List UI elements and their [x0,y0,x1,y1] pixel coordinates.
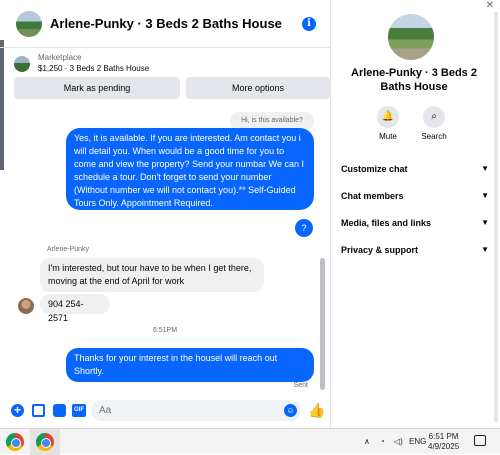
listing-summary[interactable]: $1,250 · 3 Beds 2 Baths House [38,64,149,73]
mute-label: Mute [379,132,397,141]
details-panel: ✕ Arlene-Punky · 3 Beds 2 Baths House 🔔 … [330,0,500,428]
search-icon: ⌕ [423,106,445,128]
incoming-message[interactable]: 904 254-2571 [40,294,110,323]
listing-thumbnail[interactable] [14,56,30,72]
sticker-icon[interactable] [53,404,66,417]
section-label: Privacy & support [341,245,419,255]
message-input[interactable] [91,400,301,421]
composer: + GIF ☺ 👍 [0,398,330,424]
chevron-down-icon: ▼ [481,218,489,227]
outgoing-message[interactable]: Thanks for your interest in the housel w… [66,348,314,382]
details-scrollbar[interactable] [494,12,498,422]
sender-name: Arlene-Punky [47,246,90,253]
chevron-down-icon: ▼ [481,191,489,200]
section-customize-chat[interactable]: Customize chat ▼ [341,161,489,177]
photo-icon[interactable] [32,404,45,417]
marketplace-label: Marketplace [38,53,82,62]
chevron-up-icon[interactable]: ∧ [364,437,370,446]
mute-button[interactable]: 🔔 Mute [363,106,413,141]
language-indicator[interactable]: ENG [409,437,426,446]
section-label: Chat members [341,191,404,201]
section-media-files-links[interactable]: Media, files and links ▼ [341,215,489,231]
search-button[interactable]: ⌕ Search [409,106,459,141]
section-label: Media, files and links [341,218,432,228]
plus-icon[interactable]: + [11,404,24,417]
clock-date: 4/9/2025 [428,442,460,451]
outgoing-message[interactable]: ? [295,219,313,237]
details-avatar[interactable] [388,14,434,60]
notification-icon[interactable] [474,435,486,446]
chrome-icon[interactable] [6,433,24,451]
chrome-icon[interactable] [36,433,54,451]
outgoing-message[interactable]: Yes, it is available. If you are interes… [66,128,314,210]
search-label: Search [421,132,447,141]
marketplace-card: Marketplace $1,250 · 3 Beds 2 Baths Hous… [8,48,330,104]
message-timestamp: 6:51PM [152,327,178,334]
taskbar: ∧ ◔ ◁) ENG 6:51 PM 4/9/2025 [0,428,500,455]
close-icon[interactable]: ✕ [486,0,494,11]
chat-panel: Arlene-Punky · 3 Beds 2 Baths House i Ma… [0,0,330,428]
more-options-button[interactable]: More options [186,77,330,99]
volume-icon[interactable]: ◁) [394,437,403,446]
emoji-icon[interactable]: ☺ [284,404,297,417]
gif-icon[interactable]: GIF [72,404,86,417]
chat-header: Arlene-Punky · 3 Beds 2 Baths House i [0,0,330,48]
message-list: Hi, is this available? Yes, it is availa… [0,104,330,394]
mark-as-pending-button[interactable]: Mark as pending [14,77,180,99]
incoming-message[interactable]: I'm interested, but tour have to be when… [40,258,264,292]
chevron-down-icon: ▼ [481,164,489,173]
network-icon[interactable]: ◔ [380,437,385,446]
system-clock[interactable]: 6:51 PM 4/9/2025 [428,432,459,452]
messenger-app: Arlene-Punky · 3 Beds 2 Baths House i Ma… [0,0,500,428]
bell-icon: 🔔 [377,106,399,128]
sender-avatar[interactable] [18,298,34,314]
clock-time: 6:51 PM [428,432,459,441]
thumbs-up-icon[interactable]: 👍 [308,402,325,418]
details-name: Arlene-Punky · 3 Beds 2 Baths House [351,67,477,93]
section-label: Customize chat [341,164,408,174]
section-chat-members[interactable]: Chat members ▼ [341,188,489,204]
chat-avatar[interactable] [16,10,42,37]
chat-title[interactable]: Arlene-Punky · 3 Beds 2 Baths House [50,16,282,31]
sent-status: Sent [293,382,308,389]
info-icon[interactable]: i [302,17,316,31]
chat-scrollbar[interactable] [320,258,325,390]
chevron-down-icon: ▼ [481,245,489,254]
section-privacy-support[interactable]: Privacy & support ▼ [341,242,489,258]
